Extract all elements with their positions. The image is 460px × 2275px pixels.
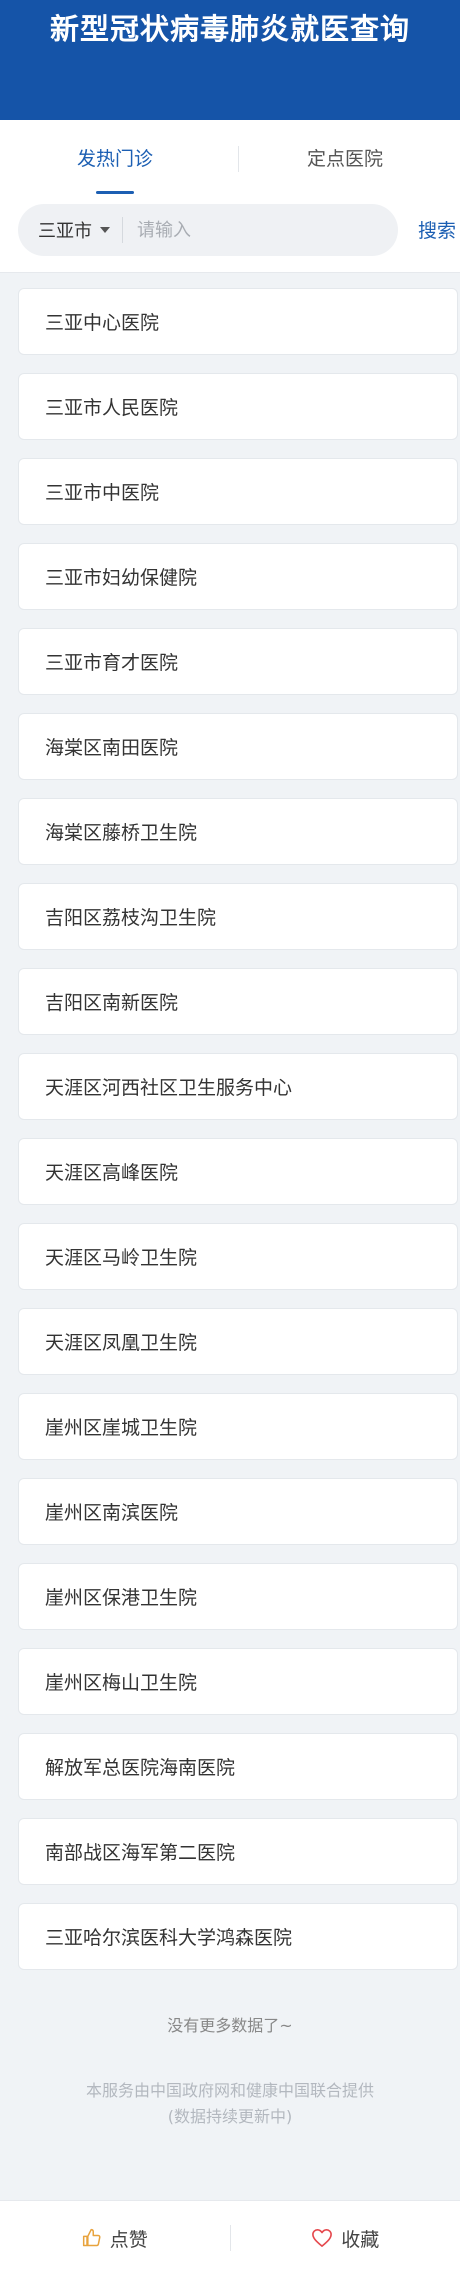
hospital-name: 吉阳区荔枝沟卫生院 — [45, 903, 216, 930]
hospital-name: 三亚中心医院 — [45, 308, 159, 335]
search-button[interactable]: 搜索 — [418, 216, 456, 243]
hospital-name: 天涯区马岭卫生院 — [45, 1243, 197, 1270]
hospital-name: 三亚市人民医院 — [45, 393, 178, 420]
hospital-name: 三亚市中医院 — [45, 478, 159, 505]
hospital-list-item[interactable]: 天涯区河西社区卫生服务中心 — [18, 1053, 458, 1120]
search-input[interactable] — [135, 219, 379, 242]
like-button[interactable]: 点赞 — [0, 2201, 230, 2275]
hospital-name: 三亚市育才医院 — [45, 648, 178, 675]
tab-bar: 发热门诊 定点医院 — [0, 120, 460, 198]
thumbs-up-icon — [82, 2228, 102, 2248]
hospital-list-item[interactable]: 三亚市妇幼保健院 — [18, 543, 458, 610]
hospital-list-item[interactable]: 崖州区崖城卫生院 — [18, 1393, 458, 1460]
hospital-list-item[interactable]: 海棠区南田医院 — [18, 713, 458, 780]
hospital-list-item[interactable]: 吉阳区荔枝沟卫生院 — [18, 883, 458, 950]
hospital-list-item[interactable]: 吉阳区南新医院 — [18, 968, 458, 1035]
hospital-list-item[interactable]: 崖州区梅山卫生院 — [18, 1648, 458, 1715]
footnote-line-1: 本服务由中国政府网和健康中国联合提供 — [0, 2078, 460, 2104]
footnote-line-2: (数据持续更新中) — [0, 2104, 460, 2130]
favorite-button[interactable]: 收藏 — [231, 2201, 460, 2275]
page-title: 新型冠状病毒肺炎就医查询 — [0, 0, 460, 48]
hospital-list-item[interactable]: 崖州区保港卫生院 — [18, 1563, 458, 1630]
hospital-name: 崖州区梅山卫生院 — [45, 1668, 197, 1695]
hospital-name: 崖州区南滨医院 — [45, 1498, 178, 1525]
hospital-list-item[interactable]: 天涯区凤凰卫生院 — [18, 1308, 458, 1375]
hospital-list-item[interactable]: 三亚哈尔滨医科大学鸿森医院 — [18, 1903, 458, 1970]
hospital-list-item[interactable]: 三亚市育才医院 — [18, 628, 458, 695]
hospital-list-item[interactable]: 海棠区藤桥卫生院 — [18, 798, 458, 865]
hospital-name: 天涯区高峰医院 — [45, 1158, 178, 1185]
hospital-name: 三亚哈尔滨医科大学鸿森医院 — [45, 1923, 292, 1950]
favorite-label: 收藏 — [341, 2225, 379, 2252]
hospital-list-item[interactable]: 崖州区南滨医院 — [18, 1478, 458, 1545]
footnote: 本服务由中国政府网和健康中国联合提供 (数据持续更新中) — [0, 2078, 460, 2130]
hospital-list: 三亚中心医院三亚市人民医院三亚市中医院三亚市妇幼保健院三亚市育才医院海棠区南田医… — [18, 288, 458, 1988]
hospital-list-item[interactable]: 三亚中心医院 — [18, 288, 458, 355]
hospital-list-item[interactable]: 三亚市中医院 — [18, 458, 458, 525]
hospital-list-item[interactable]: 天涯区高峰医院 — [18, 1138, 458, 1205]
hospital-name: 吉阳区南新医院 — [45, 988, 178, 1015]
city-dropdown-label: 三亚市 — [38, 217, 92, 243]
city-dropdown[interactable]: 三亚市 — [18, 204, 122, 256]
hospital-list-item[interactable]: 解放军总医院海南医院 — [18, 1733, 458, 1800]
hospital-name: 海棠区南田医院 — [45, 733, 178, 760]
hospital-name: 海棠区藤桥卫生院 — [45, 818, 197, 845]
hospital-list-item[interactable]: 三亚市人民医院 — [18, 373, 458, 440]
tab-designated-hospital[interactable]: 定点医院 — [230, 120, 460, 198]
hospital-list-item[interactable]: 南部战区海军第二医院 — [18, 1818, 458, 1885]
search-box: 三亚市 — [18, 204, 398, 256]
heart-icon — [311, 2228, 333, 2248]
hospital-name: 崖州区崖城卫生院 — [45, 1413, 197, 1440]
like-label: 点赞 — [110, 2225, 148, 2252]
page-header: 新型冠状病毒肺炎就医查询 — [0, 0, 460, 120]
bottom-bar: 点赞 收藏 — [0, 2200, 460, 2275]
hospital-name: 崖州区保港卫生院 — [45, 1583, 197, 1610]
hospital-list-item[interactable]: 天涯区马岭卫生院 — [18, 1223, 458, 1290]
search-divider — [122, 217, 123, 243]
hospital-name: 三亚市妇幼保健院 — [45, 563, 197, 590]
hospital-name: 南部战区海军第二医院 — [45, 1838, 235, 1865]
tab-fever-clinic[interactable]: 发热门诊 — [0, 120, 230, 198]
hospital-name: 天涯区河西社区卫生服务中心 — [45, 1073, 292, 1100]
hospital-name: 解放军总医院海南医院 — [45, 1753, 235, 1780]
list-end-text: 没有更多数据了~ — [0, 2012, 460, 2036]
search-bar: 三亚市 搜索 — [0, 198, 460, 273]
hospital-name: 天涯区凤凰卫生院 — [45, 1328, 197, 1355]
caret-down-icon — [100, 227, 110, 233]
